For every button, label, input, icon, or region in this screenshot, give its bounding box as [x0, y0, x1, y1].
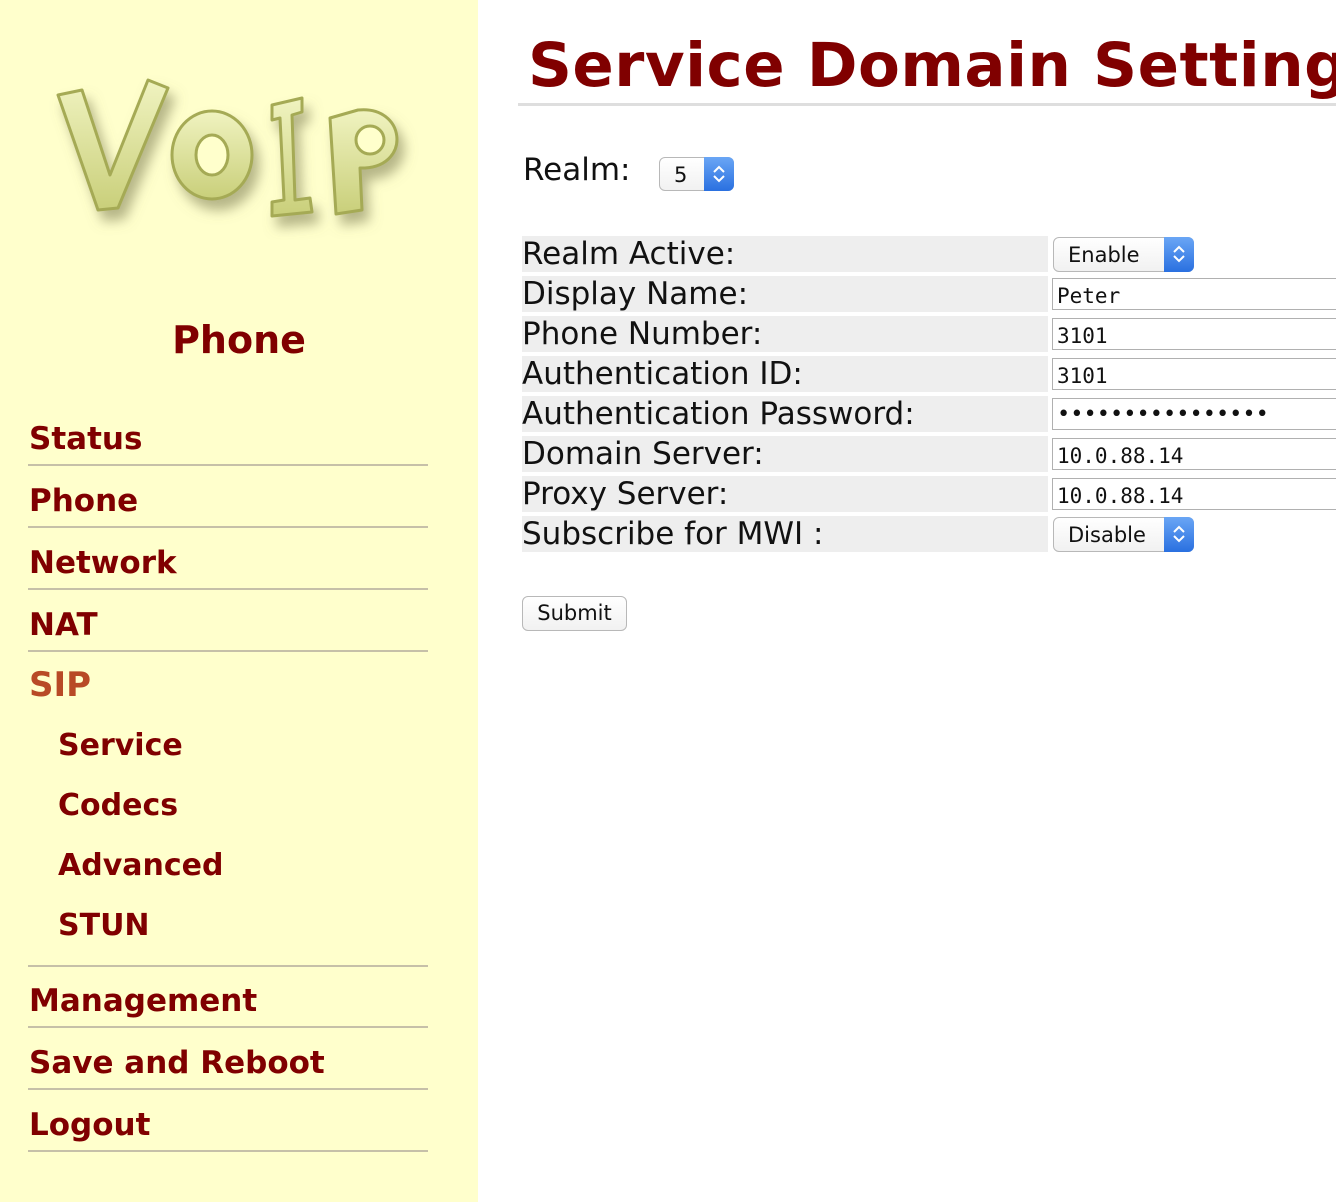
proxy-server-input[interactable] — [1052, 478, 1336, 510]
sidebar: Phone Status Phone Network NAT SIP Servi… — [0, 0, 478, 1202]
nav-phone[interactable]: Phone — [28, 466, 428, 528]
updown-chevron-icon — [1164, 517, 1194, 552]
proxy-server-label: Proxy Server: — [522, 476, 1048, 512]
domain-server-input[interactable] — [1052, 438, 1336, 470]
realm-select-value: 5 — [674, 163, 688, 187]
auth-id-label: Authentication ID: — [522, 356, 1048, 392]
realm-active-label: Realm Active: — [522, 236, 1048, 272]
phone-number-label: Phone Number: — [522, 316, 1048, 352]
domain-server-label: Domain Server: — [522, 436, 1048, 472]
subscribe-mwi-label: Subscribe for MWI : — [522, 516, 1048, 552]
page-title: Service Domain Setting — [528, 30, 1336, 101]
subscribe-mwi-value: Disable — [1068, 523, 1146, 547]
realm-select[interactable]: 5 — [659, 157, 734, 191]
submit-button[interactable]: Submit — [522, 596, 627, 631]
auth-id-input[interactable] — [1052, 358, 1336, 390]
sidebar-title: Phone — [172, 318, 306, 362]
nav-sip-advanced[interactable]: Advanced — [58, 848, 223, 884]
title-divider — [518, 103, 1336, 106]
nav-status[interactable]: Status — [28, 404, 428, 466]
subscribe-mwi-select[interactable]: Disable — [1053, 517, 1194, 552]
nav-nat[interactable]: NAT — [28, 590, 428, 652]
display-name-input[interactable] — [1052, 278, 1336, 310]
nav-save-and-reboot[interactable]: Save and Reboot — [28, 1028, 428, 1090]
auth-password-label: Authentication Password: — [522, 396, 1048, 432]
updown-chevron-icon — [1164, 237, 1194, 272]
nav-sip[interactable]: SIP — [28, 650, 428, 712]
nav-sip-stun[interactable]: STUN — [58, 908, 150, 944]
auth-password-input[interactable]: •••••••••••••••• — [1052, 398, 1336, 430]
nav-management[interactable]: Management — [28, 966, 428, 1028]
display-name-label: Display Name: — [522, 276, 1048, 312]
phone-number-input[interactable] — [1052, 318, 1336, 350]
nav-network[interactable]: Network — [28, 528, 428, 590]
realm-active-select[interactable]: Enable — [1053, 237, 1194, 272]
realm-active-value: Enable — [1068, 243, 1140, 267]
nav-sip-service[interactable]: Service — [58, 728, 183, 764]
updown-chevron-icon — [704, 157, 734, 191]
voip-logo — [56, 78, 399, 218]
nav-logout[interactable]: Logout — [28, 1090, 428, 1152]
realm-label: Realm: — [523, 152, 631, 188]
nav-sip-codecs[interactable]: Codecs — [58, 788, 178, 824]
password-mask: •••••••••••••••• — [1057, 402, 1269, 427]
